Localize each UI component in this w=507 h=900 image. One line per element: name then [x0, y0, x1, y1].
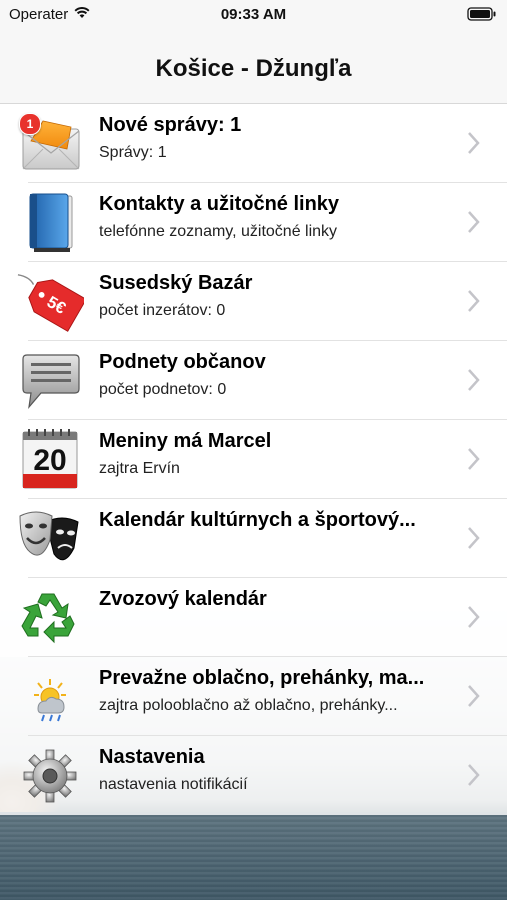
row-title: Zvozový kalendár [99, 588, 267, 610]
row-subtitle: Správy: 1 [99, 144, 167, 161]
row-title: Prevažne oblačno, prehánky, ma... [99, 667, 425, 689]
status-time: 09:33 AM [220, 5, 287, 23]
list-item-weather[interactable]: Prevažne oblačno, prehánky, ma... zajtra… [0, 657, 507, 736]
row-title: Meniny má Marcel [99, 430, 272, 452]
price-tag-icon: 5€ [16, 270, 84, 334]
weather-icon [16, 665, 84, 729]
row-title: Podnety občanov [99, 351, 266, 373]
recycle-icon [16, 586, 84, 650]
background-sea [0, 812, 507, 900]
row-subtitle: počet podnetov: 0 [99, 381, 227, 398]
theater-masks-icon [16, 507, 84, 571]
list-item-name-days[interactable]: 20 Meniny má Marcel zajtra Ervín [0, 420, 507, 499]
row-title: Nové správy: 1 [99, 114, 242, 136]
row-subtitle: počet inzerátov: 0 [99, 302, 226, 319]
row-subtitle: telefónne zoznamy, užitočné linky [99, 223, 338, 240]
list-item-waste-calendar[interactable]: Zvozový kalendár [0, 578, 507, 657]
mail-icon: 1 [16, 112, 84, 176]
row-title: Nastavenia [99, 746, 205, 768]
chevron-right-icon [468, 527, 480, 549]
settings-gear-icon [16, 744, 84, 808]
row-title: Kalendár kultúrnych a športový... [99, 509, 416, 531]
chevron-right-icon [468, 448, 480, 470]
unread-badge: 1 [19, 113, 41, 135]
menu-list: 1 Nové správy: 1 Správy: 1 Kontakty a už… [0, 104, 507, 815]
chevron-right-icon [468, 211, 480, 233]
page-title: Košice - Džungľa [155, 54, 352, 82]
list-item-contacts[interactable]: Kontakty a užitočné linky telefónne zozn… [0, 183, 507, 262]
navigation-bar: Košice - Džungľa [0, 28, 507, 104]
chevron-right-icon [468, 764, 480, 786]
chevron-right-icon [468, 369, 480, 391]
list-item-new-messages[interactable]: 1 Nové správy: 1 Správy: 1 [0, 104, 507, 183]
status-bar: Operater 09:33 AM [0, 0, 507, 28]
chevron-right-icon [468, 132, 480, 154]
chevron-right-icon [468, 606, 480, 628]
row-title: Susedský Bazár [99, 272, 253, 294]
row-subtitle: zajtra Ervín [99, 460, 180, 477]
chevron-right-icon [468, 685, 480, 707]
calendar-day: 20 [33, 444, 66, 477]
row-title: Kontakty a užitočné linky [99, 193, 340, 215]
list-item-settings[interactable]: Nastavenia nastavenia notifikácií [0, 736, 507, 815]
row-subtitle: nastavenia notifikácií [99, 776, 248, 793]
list-item-culture-calendar[interactable]: Kalendár kultúrnych a športový... [0, 499, 507, 578]
list-item-citizen-reports[interactable]: Podnety občanov počet podnetov: 0 [0, 341, 507, 420]
chevron-right-icon [468, 290, 480, 312]
row-subtitle: zajtra polooblačno až oblačno, prehánky.… [99, 697, 398, 714]
calendar-icon: 20 [16, 428, 84, 492]
address-book-icon [16, 191, 84, 255]
speech-bubble-icon [16, 349, 84, 413]
list-item-bazaar[interactable]: 5€ Susedský Bazár počet inzerátov: 0 [0, 262, 507, 341]
